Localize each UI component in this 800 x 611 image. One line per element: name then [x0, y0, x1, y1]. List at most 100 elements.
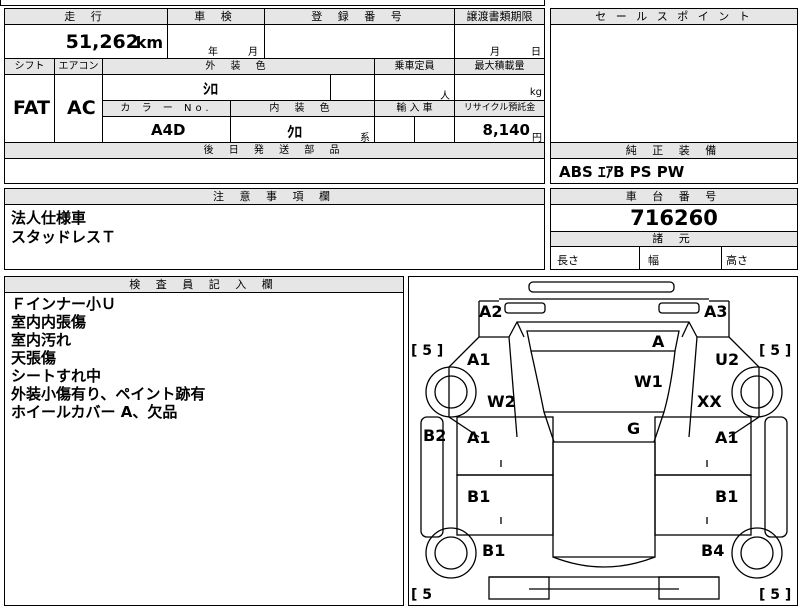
mark-left-front: B1 [482, 541, 505, 560]
shift-cell: FAT [5, 75, 54, 143]
mileage-label: 走 行 [5, 9, 167, 25]
chassis-panel: 車 台 番 号 716260 諸 元 長さ 幅 高さ [550, 188, 798, 270]
inspector-panel: 検 査 員 記 入 欄 Ｆインナー小Ｕ 室内内張傷 室内汚れ 天張傷 シートすれ… [4, 276, 404, 606]
mark-left-w: W2 [487, 392, 516, 411]
car-diagram-panel: A2 A3 A A1 U2 W2 W1 XX G A1 A1 B2 B1 B1 … [408, 276, 798, 606]
transfer-label: 譲渡書類期限 [454, 9, 544, 25]
tire-rear-left [425, 366, 477, 418]
inspector-line: ホイールカバー A、欠品 [11, 403, 178, 421]
spec-width: 幅 [639, 247, 721, 269]
inspector-label: 検 査 員 記 入 欄 [5, 277, 403, 293]
shift-label: シフト [5, 59, 54, 75]
import-label: 輸 入 車 [374, 101, 454, 117]
mark-right-door1: A1 [715, 428, 739, 447]
tire-front-left [425, 527, 477, 579]
chassis-label: 車 台 番 号 [551, 189, 797, 205]
later-parts-cell [5, 159, 544, 183]
exterior-color-value: ｼﾛ [203, 80, 219, 98]
transfer-month: 月 [490, 47, 500, 58]
import-cell-b [414, 117, 454, 143]
tire-depth-rear-left: [ 5 ] [411, 343, 443, 359]
tire-rear-right [731, 366, 783, 418]
mark-right-door2: B1 [715, 487, 738, 506]
right-skirt-shape [764, 416, 788, 538]
interior-color-value: ｸﾛ [287, 123, 303, 141]
shift-value: FAT [13, 97, 50, 119]
mileage-unit: km [135, 33, 163, 52]
specs-label: 諸 元 [551, 231, 797, 247]
rear-lamp-left [504, 302, 546, 314]
chassis-value: 716260 [630, 206, 718, 230]
mileage-value: 51,262 [65, 31, 139, 53]
tire-depth-front-right: [ 5 ] [759, 587, 791, 603]
mark-center-w: W1 [634, 372, 663, 391]
capacity-cell: 人 [374, 75, 454, 102]
sales-points-label: セ ー ル ス ポ イ ン ト [551, 9, 797, 25]
inspection-label: 車 検 [167, 9, 264, 25]
recycle-unit: 円 [532, 133, 542, 144]
inspector-line: シートすれ中 [11, 367, 102, 385]
inspector-line: 室内内張傷 [11, 313, 87, 331]
inspector-line: 室内汚れ [11, 331, 72, 349]
hood-shape [552, 442, 656, 558]
exterior-color-label: 外 装 色 [102, 59, 374, 75]
basic-info-panel: 走 行 車 検 登 録 番 号 譲渡書類期限 51,262 km 年 月 月 日… [4, 8, 545, 184]
mark-left-upper: A1 [467, 350, 491, 369]
notes-label: 注 意 事 項 欄 [5, 189, 544, 205]
equipment-label: 純 正 装 備 [551, 143, 797, 159]
inspection-cell: 年 月 [167, 25, 264, 59]
mark-rear-center: A [652, 332, 665, 351]
import-cell-a [374, 117, 414, 143]
mark-left-door2: B1 [467, 487, 490, 506]
notes-lines: 法人仕様車 スタッドレスＴ [11, 209, 116, 247]
transfer-day: 日 [531, 47, 541, 58]
ac-value: AC [67, 97, 96, 119]
inspector-line: 天張傷 [11, 349, 57, 367]
sales-points-panel: セ ー ル ス ポ イ ン ト [550, 8, 798, 144]
interior-color-cell: ｸﾛ 系 [230, 117, 374, 144]
color-no-value: A4D [151, 121, 186, 139]
notes-line: スタッドレスＴ [11, 228, 117, 246]
mark-left-b2: B2 [423, 426, 446, 445]
ac-label: エアコン [54, 59, 102, 75]
inspection-month: 月 [248, 47, 258, 58]
notes-panel: 注 意 事 項 欄 法人仕様車 スタッドレスＴ [4, 188, 545, 270]
mark-rear-right: A3 [704, 302, 728, 321]
registration-cell [264, 25, 454, 59]
exterior-color-cell: ｼﾛ [102, 75, 330, 101]
max-load-cell: kg [454, 75, 544, 101]
inspection-year: 年 [208, 47, 218, 58]
equipment-panel: 純 正 装 備 ABS ｴｱB PS PW [550, 142, 798, 184]
rear-bumper-shape [528, 281, 675, 293]
tire-front-right [731, 527, 783, 579]
later-parts-label: 後 日 発 送 部 品 [5, 143, 544, 159]
max-load-unit: kg [529, 87, 542, 98]
transfer-cell: 月 日 [454, 25, 544, 59]
inspector-lines: Ｆインナー小Ｕ 室内内張傷 室内汚れ 天張傷 シートすれ中 外装小傷有り、ペイン… [11, 295, 205, 421]
car-diagram: A2 A3 A A1 U2 W2 W1 XX G A1 A1 B2 B1 B1 … [411, 281, 791, 603]
spec-height: 高さ [721, 247, 797, 269]
spec-length: 長さ [557, 254, 579, 267]
top-strip [0, 0, 545, 6]
mark-right-upper: U2 [715, 350, 739, 369]
registration-label: 登 録 番 号 [264, 9, 454, 25]
windshield-shape [543, 411, 665, 443]
tire-depth-rear-right: [ 5 ] [759, 343, 791, 359]
color-no-label: カ ラ ー No. [102, 101, 230, 117]
recycle-cell: 8,140 円 [454, 117, 544, 144]
mark-left-door1: A1 [467, 428, 491, 447]
mark-right-front: B4 [701, 541, 724, 560]
recycle-label: リサイクル預託金 [454, 101, 544, 117]
capacity-unit: 人 [440, 91, 450, 102]
capacity-label: 乗車定員 [374, 59, 454, 75]
mark-right-xx: XX [697, 392, 722, 411]
tire-depth-front-left: [ 5 [411, 587, 432, 603]
inspector-line: 外装小傷有り、ペイント跡有 [11, 385, 206, 403]
interior-color-label: 内 装 色 [230, 101, 374, 117]
notes-line: 法人仕様車 [11, 209, 87, 227]
ac-cell: AC [54, 75, 102, 143]
mileage-cell: 51,262 km [5, 25, 167, 59]
recycle-value: 8,140 [482, 121, 530, 139]
color-no-cell: A4D [102, 117, 230, 143]
mark-roof: G [627, 419, 640, 438]
